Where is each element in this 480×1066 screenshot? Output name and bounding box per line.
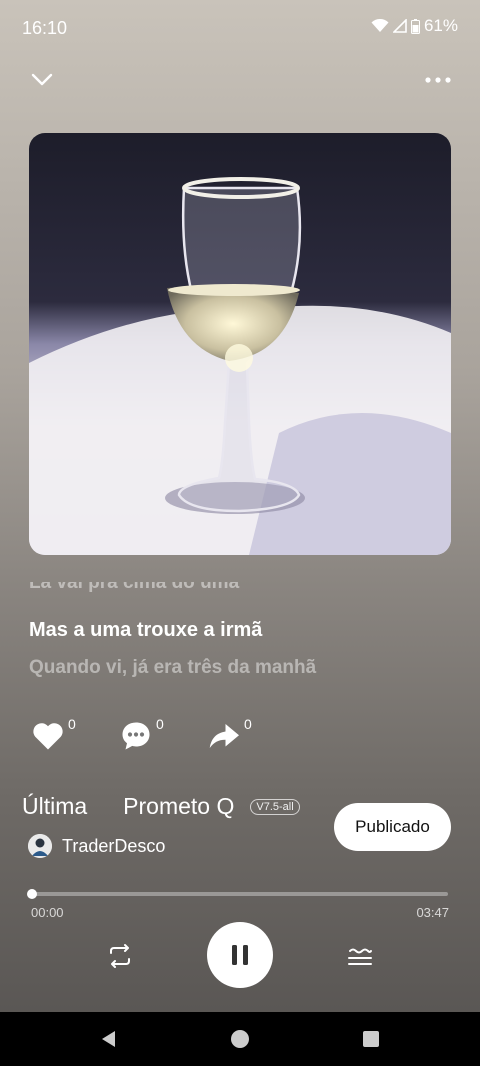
author-avatar [28,834,52,858]
heart-icon [33,723,63,750]
battery-icon [410,18,420,34]
action-bar: 0 0 0 [30,716,252,754]
chevron-down-icon [31,73,53,86]
comment-icon [122,722,150,750]
track-title-marquee: Última Prometo Q V7.5-all [0,793,330,825]
playback-controls [0,922,480,988]
home-icon [231,1030,249,1048]
comment-count: 0 [156,716,164,732]
more-options-button[interactable] [424,66,452,94]
published-button[interactable]: Publicado [334,803,451,851]
total-time: 03:47 [416,905,449,920]
repeat-button[interactable] [104,940,136,972]
status-icons: 61% [371,16,458,36]
queue-button[interactable] [344,940,376,972]
wifi-icon [371,19,389,32]
back-icon [102,1031,115,1047]
progress-thumb[interactable] [27,889,37,899]
track-title-part2: Prometo Q [123,793,235,819]
queue-icon [348,948,372,965]
battery-percent: 61% [423,16,458,35]
like-button[interactable]: 0 [30,716,76,754]
pause-icon [232,945,248,965]
system-nav-bar [0,1012,480,1066]
author-name: TraderDesco [62,835,166,856]
comment-button[interactable]: 0 [118,716,164,754]
status-time: 16:10 [22,18,68,38]
collapse-button[interactable] [28,66,56,94]
version-badge: V7.5-all [250,798,300,815]
signal-icon [392,19,407,33]
progress-bar[interactable] [27,889,448,899]
share-count: 0 [244,716,252,732]
more-icon [425,77,451,83]
share-icon [209,724,239,748]
share-button[interactable]: 0 [206,716,252,754]
album-cover [29,133,451,555]
nav-recents-button[interactable] [360,1028,382,1050]
pause-button[interactable] [207,922,273,988]
author-link[interactable]: TraderDesco [28,834,165,858]
lyric-current-line: Mas a uma trouxe a irmã [29,619,263,641]
lyric-next-line: Quando vi, já era três da manhã [29,657,317,678]
recents-icon [363,1031,379,1047]
track-title-part1: Última [22,793,88,819]
nav-home-button[interactable] [229,1028,251,1050]
status-bar: 16:10 61% [0,0,480,56]
nav-back-button[interactable] [98,1028,120,1050]
elapsed-time: 00:00 [31,905,64,920]
like-count: 0 [68,716,76,732]
lyric-previous-line: Lá vai pra cima do uma [29,582,240,593]
repeat-icon [110,944,130,968]
